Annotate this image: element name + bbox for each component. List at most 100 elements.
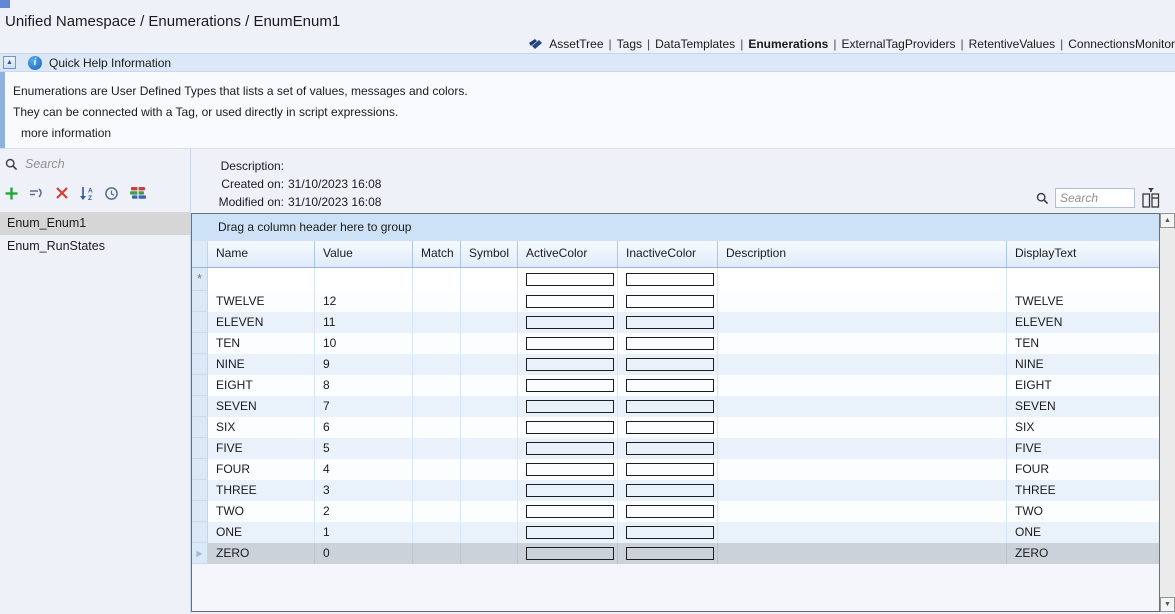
inactive-color-swatch[interactable] — [626, 484, 714, 497]
cell-description[interactable] — [718, 480, 1007, 501]
cell-name[interactable]: TEN — [208, 333, 315, 354]
cell-active-color[interactable] — [518, 354, 618, 375]
cell-symbol[interactable] — [461, 417, 518, 438]
cell-symbol[interactable] — [461, 333, 518, 354]
cell-display-text[interactable]: ONE — [1007, 522, 1159, 543]
cell-description[interactable] — [718, 291, 1007, 312]
cell-inactive-color[interactable] — [618, 312, 718, 333]
scroll-up-button[interactable]: ▲ — [1160, 213, 1175, 228]
cell-match[interactable] — [413, 354, 461, 375]
cell-match[interactable] — [413, 268, 461, 291]
cell-display-text[interactable]: FOUR — [1007, 459, 1159, 480]
inactive-color-swatch[interactable] — [626, 505, 714, 518]
active-color-swatch[interactable] — [526, 273, 614, 286]
active-color-swatch[interactable] — [526, 337, 614, 350]
cell-active-color[interactable] — [518, 480, 618, 501]
column-header-name[interactable]: Name — [208, 241, 315, 267]
row-selector[interactable]: * — [192, 268, 208, 291]
cell-symbol[interactable] — [461, 459, 518, 480]
cell-symbol[interactable] — [461, 480, 518, 501]
column-header-value[interactable]: Value — [315, 241, 413, 267]
inactive-color-swatch[interactable] — [626, 337, 714, 350]
cell-active-color[interactable] — [518, 268, 618, 291]
row-selector[interactable] — [192, 333, 208, 354]
cell-active-color[interactable] — [518, 459, 618, 480]
active-color-swatch[interactable] — [526, 505, 614, 518]
cell-match[interactable] — [413, 417, 461, 438]
cell-symbol[interactable] — [461, 543, 518, 564]
row-selector[interactable] — [192, 417, 208, 438]
active-color-swatch[interactable] — [526, 526, 614, 539]
cell-display-text[interactable]: SEVEN — [1007, 396, 1159, 417]
cell-value[interactable]: 7 — [315, 396, 413, 417]
cell-match[interactable] — [413, 291, 461, 312]
cell-value[interactable]: 9 — [315, 354, 413, 375]
cell-display-text[interactable]: EIGHT — [1007, 375, 1159, 396]
cell-inactive-color[interactable] — [618, 333, 718, 354]
row-selector[interactable] — [192, 396, 208, 417]
cell-display-text[interactable]: ZERO — [1007, 543, 1159, 564]
row-selector[interactable]: ▶ — [192, 543, 208, 564]
row-selector[interactable] — [192, 522, 208, 543]
sidebar-search-input[interactable] — [25, 157, 155, 171]
active-color-swatch[interactable] — [526, 358, 614, 371]
active-color-swatch[interactable] — [526, 379, 614, 392]
nav-item-enumerations[interactable]: Enumerations — [748, 37, 828, 51]
cell-symbol[interactable] — [461, 396, 518, 417]
cell-symbol[interactable] — [461, 354, 518, 375]
cell-match[interactable] — [413, 543, 461, 564]
column-header-match[interactable]: Match — [413, 241, 461, 267]
active-color-swatch[interactable] — [526, 484, 614, 497]
cell-symbol[interactable] — [461, 312, 518, 333]
nav-item-retentivevalues[interactable]: RetentiveValues — [969, 37, 1056, 51]
column-header-symbol[interactable]: Symbol — [461, 241, 518, 267]
sort-az-icon[interactable]: A Z — [79, 186, 94, 201]
cell-inactive-color[interactable] — [618, 396, 718, 417]
cell-active-color[interactable] — [518, 375, 618, 396]
history-icon[interactable] — [104, 186, 119, 201]
cell-match[interactable] — [413, 333, 461, 354]
nav-item-datatemplates[interactable]: DataTemplates — [655, 37, 735, 51]
cell-inactive-color[interactable] — [618, 543, 718, 564]
inactive-color-swatch[interactable] — [626, 526, 714, 539]
cell-description[interactable] — [718, 522, 1007, 543]
active-color-swatch[interactable] — [526, 295, 614, 308]
cell-value[interactable]: 0 — [315, 543, 413, 564]
cell-display-text[interactable]: ELEVEN — [1007, 312, 1159, 333]
inactive-color-swatch[interactable] — [626, 400, 714, 413]
cell-name[interactable]: EIGHT — [208, 375, 315, 396]
cell-active-color[interactable] — [518, 438, 618, 459]
active-color-swatch[interactable] — [526, 442, 614, 455]
active-color-swatch[interactable] — [526, 547, 614, 560]
cell-description[interactable] — [718, 543, 1007, 564]
cell-description[interactable] — [718, 438, 1007, 459]
cell-active-color[interactable] — [518, 543, 618, 564]
cell-match[interactable] — [413, 459, 461, 480]
cell-match[interactable] — [413, 522, 461, 543]
cell-active-color[interactable] — [518, 333, 618, 354]
column-header-active-color[interactable]: ActiveColor — [518, 241, 618, 267]
column-header-inactive-color[interactable]: InactiveColor — [618, 241, 718, 267]
row-selector[interactable] — [192, 375, 208, 396]
active-color-swatch[interactable] — [526, 463, 614, 476]
cell-active-color[interactable] — [518, 522, 618, 543]
inactive-color-swatch[interactable] — [626, 421, 714, 434]
cell-inactive-color[interactable] — [618, 480, 718, 501]
cell-display-text[interactable] — [1007, 268, 1159, 291]
cell-active-color[interactable] — [518, 501, 618, 522]
column-header-description[interactable]: Description — [718, 241, 1007, 267]
cell-symbol[interactable] — [461, 501, 518, 522]
cell-description[interactable] — [718, 375, 1007, 396]
cell-name[interactable]: THREE — [208, 480, 315, 501]
cell-value[interactable]: 8 — [315, 375, 413, 396]
inactive-color-swatch[interactable] — [626, 358, 714, 371]
cell-match[interactable] — [413, 375, 461, 396]
collapse-help-button[interactable]: ▲ — [3, 56, 16, 69]
cell-inactive-color[interactable] — [618, 291, 718, 312]
row-selector[interactable] — [192, 438, 208, 459]
cell-name[interactable]: FIVE — [208, 438, 315, 459]
inactive-color-swatch[interactable] — [626, 273, 714, 286]
cell-match[interactable] — [413, 312, 461, 333]
active-color-swatch[interactable] — [526, 421, 614, 434]
cell-match[interactable] — [413, 480, 461, 501]
